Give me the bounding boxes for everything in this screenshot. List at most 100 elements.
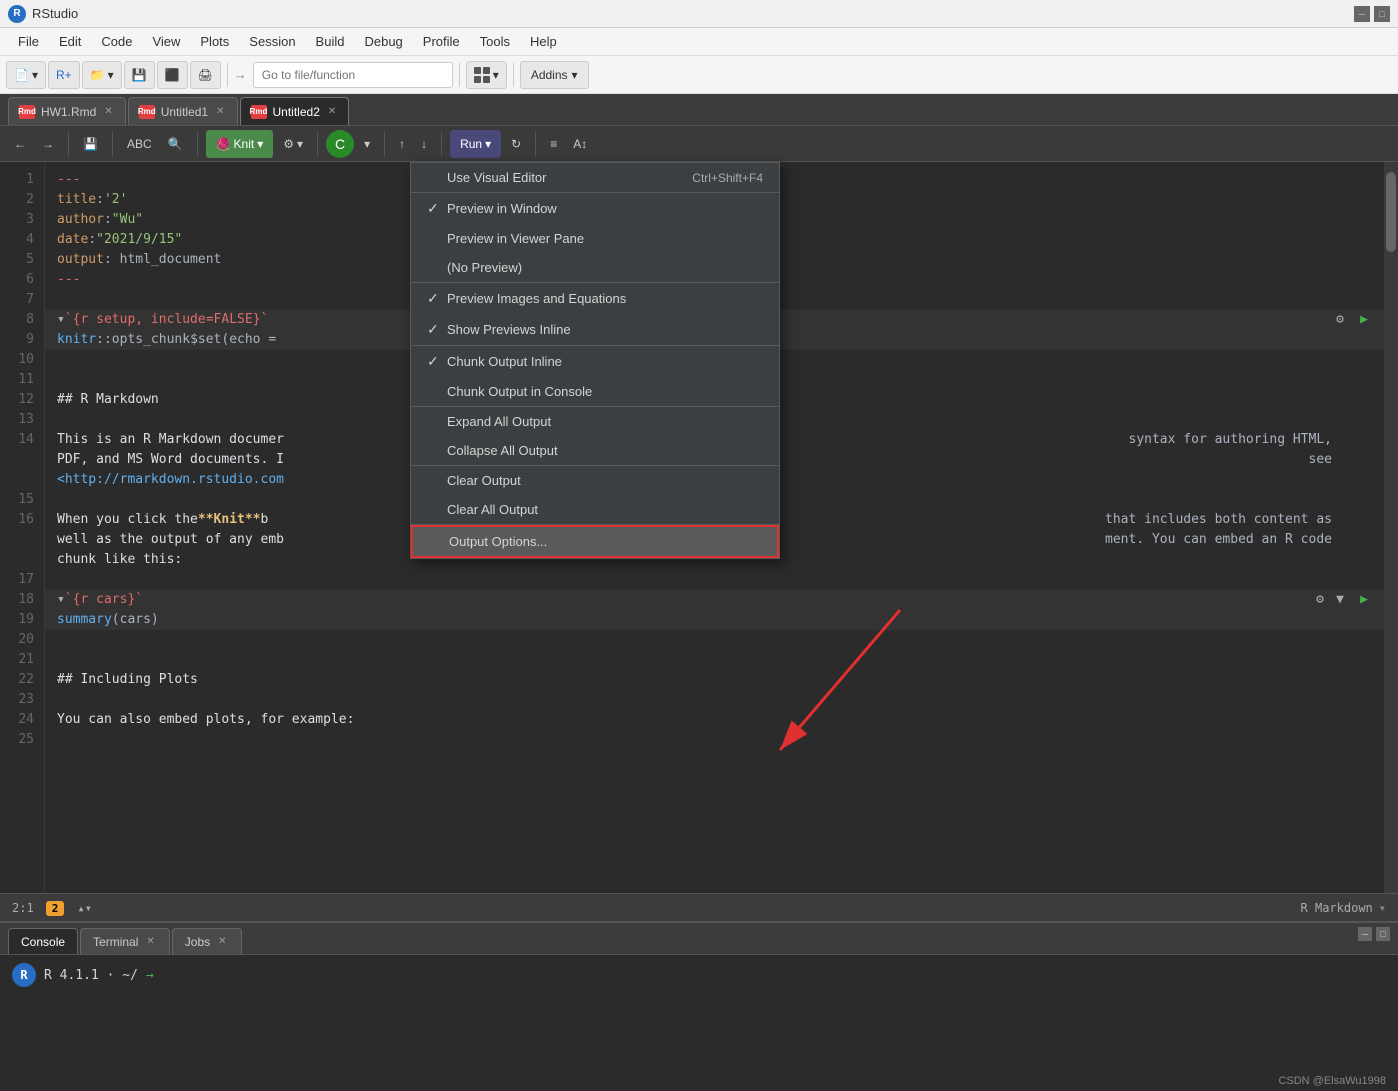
save-doc-button[interactable]: 💾: [77, 130, 104, 158]
new-project-button[interactable]: R+: [48, 61, 80, 89]
lines-button[interactable]: ≡: [544, 130, 563, 158]
menu-item-chunk-output-inline[interactable]: ✓ Chunk Output Inline: [411, 346, 779, 377]
back-button[interactable]: ←: [8, 130, 32, 158]
chunk8-run-icon[interactable]: ▶: [1360, 310, 1368, 330]
save-all-button[interactable]: ⬛: [157, 61, 188, 89]
scroll-thumb[interactable]: [1386, 172, 1396, 252]
add-chunk-icon: C: [335, 136, 345, 152]
menu-session[interactable]: Session: [239, 32, 305, 51]
maximize-editor-icon[interactable]: □: [1374, 6, 1390, 22]
workspace-layout-button[interactable]: ▾: [466, 61, 507, 89]
open-file-button[interactable]: 📁▾: [82, 61, 122, 89]
add-chunk-button[interactable]: C: [326, 130, 354, 158]
print-button[interactable]: 🖨: [190, 61, 221, 89]
grid-layout-icon: [474, 67, 490, 83]
menu-label-preview-images: Preview Images and Equations: [447, 291, 626, 306]
chunk8-gear-icon[interactable]: ⚙: [1336, 310, 1344, 330]
menu-debug[interactable]: Debug: [354, 32, 412, 51]
menu-item-no-preview[interactable]: (No Preview): [411, 253, 779, 282]
menu-item-show-previews-inline[interactable]: ✓ Show Previews Inline: [411, 314, 779, 345]
tab-hw1rmd-label: HW1.Rmd: [41, 105, 96, 119]
code-line-25: [57, 730, 1372, 750]
tab-untitled1[interactable]: Rmd Untitled1 ✕: [128, 97, 238, 125]
menu-item-output-options[interactable]: Output Options...: [411, 525, 779, 558]
menu-section-output-options: Output Options...: [411, 525, 779, 558]
shortcut-visual-editor: Ctrl+Shift+F4: [692, 171, 763, 185]
menu-plots[interactable]: Plots: [190, 32, 239, 51]
go-down-button[interactable]: ↓: [415, 130, 433, 158]
settings-button[interactable]: ⚙ ▾: [277, 130, 309, 158]
menu-file[interactable]: File: [8, 32, 49, 51]
chunk18-down-icon[interactable]: ▼: [1336, 590, 1344, 610]
menu-code[interactable]: Code: [91, 32, 142, 51]
tab-untitled1-close[interactable]: ✕: [214, 105, 226, 118]
main-toolbar: 📄▾ R+ 📁▾ 💾 ⬛ 🖨 → ▾ Addins ▾: [0, 56, 1398, 94]
menu-edit[interactable]: Edit: [49, 32, 91, 51]
menu-help[interactable]: Help: [520, 32, 567, 51]
add-chunk-chevron[interactable]: ▾: [358, 130, 376, 158]
tab-untitled2[interactable]: Rmd Untitled2 ✕: [240, 97, 350, 125]
bottom-right-attribution: CSDN @ElsaWu1998: [1278, 1075, 1386, 1087]
menu-item-preview-viewer-pane[interactable]: Preview in Viewer Pane: [411, 224, 779, 253]
menu-profile[interactable]: Profile: [413, 32, 470, 51]
spellcheck-button[interactable]: ABC: [121, 130, 158, 158]
menu-section-visual: Use Visual Editor Ctrl+Shift+F4: [411, 163, 779, 193]
console-arrow-icon: →: [146, 968, 154, 983]
code-line-21: [57, 650, 1372, 670]
forward-button[interactable]: →: [36, 130, 60, 158]
goto-input[interactable]: [253, 62, 453, 88]
rerun-button[interactable]: ↻: [505, 130, 527, 158]
menu-item-preview-images[interactable]: ✓ Preview Images and Equations: [411, 283, 779, 314]
menu-build[interactable]: Build: [306, 32, 355, 51]
vertical-scrollbar[interactable]: [1384, 162, 1398, 921]
menu-view[interactable]: View: [142, 32, 190, 51]
save-all-icon: ⬛: [165, 68, 180, 82]
menu-item-use-visual-editor[interactable]: Use Visual Editor Ctrl+Shift+F4: [411, 163, 779, 192]
minimize-editor-icon[interactable]: ─: [1354, 6, 1370, 22]
tab-untitled2-close[interactable]: ✕: [326, 105, 338, 118]
run-button[interactable]: Run ▾: [450, 130, 501, 158]
menu-item-clear-all-output[interactable]: Clear All Output: [411, 495, 779, 524]
toolbar-separator-1: [227, 63, 228, 87]
menu-label-expand-all: Expand All Output: [447, 414, 551, 429]
go-up-button[interactable]: ↑: [393, 130, 411, 158]
menu-item-chunk-output-console[interactable]: Chunk Output in Console: [411, 377, 779, 406]
check-preview-images: ✓: [427, 290, 447, 307]
settings-dropdown-menu: Use Visual Editor Ctrl+Shift+F4 ✓ Previe…: [410, 162, 780, 559]
settings-chevron-icon: ▾: [297, 137, 303, 151]
menu-label-output-options: Output Options...: [449, 534, 547, 549]
run-chevron-icon: ▾: [485, 137, 491, 151]
menu-section-images: ✓ Preview Images and Equations ✓ Show Pr…: [411, 283, 779, 346]
menu-item-clear-output[interactable]: Clear Output: [411, 466, 779, 495]
chunk18-run-icon[interactable]: ▶: [1360, 590, 1368, 610]
menu-tools[interactable]: Tools: [470, 32, 520, 51]
language-chevron-icon[interactable]: ▾: [1379, 901, 1386, 915]
new-file-button[interactable]: 📄▾: [6, 61, 46, 89]
chunk18-gear-icon[interactable]: ⚙: [1316, 590, 1324, 610]
terminal-tab-close[interactable]: ✕: [144, 935, 156, 948]
format-button[interactable]: A↕: [567, 130, 593, 158]
menu-item-expand-all[interactable]: Expand All Output: [411, 407, 779, 436]
tab-console[interactable]: Console: [8, 928, 78, 954]
run-label: Run: [460, 137, 482, 151]
minimize-bottom-icon[interactable]: ─: [1358, 927, 1372, 941]
maximize-bottom-icon[interactable]: □: [1376, 927, 1390, 941]
tab-jobs[interactable]: Jobs ✕: [172, 928, 242, 954]
tab-terminal[interactable]: Terminal ✕: [80, 928, 170, 954]
knit-button[interactable]: 🧶 Knit ▾: [206, 130, 274, 158]
tab-hw1rmd[interactable]: Rmd HW1.Rmd ✕: [8, 97, 126, 125]
menu-label-preview-window: Preview in Window: [447, 201, 557, 216]
addins-button[interactable]: Addins ▾: [520, 61, 589, 89]
settings-gear-icon: ⚙: [283, 137, 294, 151]
menu-label-clear-all-output: Clear All Output: [447, 502, 538, 517]
find-button[interactable]: 🔍: [162, 130, 189, 158]
menu-item-preview-window[interactable]: ✓ Preview in Window: [411, 193, 779, 224]
rmd-icon-untitled2: Rmd: [251, 105, 267, 119]
console-content: R R 4.1.1 · ~/ →: [0, 955, 1398, 995]
menu-item-collapse-all[interactable]: Collapse All Output: [411, 436, 779, 465]
code-line-17: [57, 570, 1372, 590]
jobs-tab-close[interactable]: ✕: [216, 935, 228, 948]
tab-hw1rmd-close[interactable]: ✕: [102, 105, 114, 118]
save-button[interactable]: 💾: [124, 61, 155, 89]
status-badge-num: 2: [46, 901, 65, 916]
